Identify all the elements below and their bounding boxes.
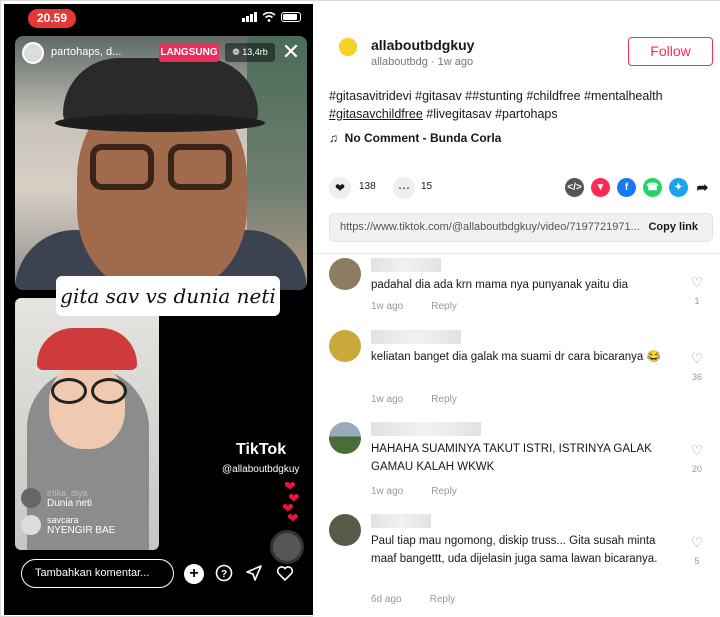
action-row: ❤ 138 ⋯ 15 </> ▼ f ☎ ✦ ➦ [329,177,713,199]
comment-time: 1w ago [371,301,404,312]
comment-meta: 1w ago Reply [371,301,457,312]
avatar[interactable] [329,422,361,454]
post-description: #gitasavitridevi #gitasav ##stunting #ch… [329,87,709,123]
whatsapp-icon[interactable]: ☎ [643,178,662,197]
comment-meta: 6d ago Reply [371,594,455,605]
comment-like-icon[interactable]: ♡ [687,274,707,290]
wifi-icon [262,12,276,22]
avatar[interactable] [329,330,361,362]
comment-like-icon[interactable]: ♡ [687,350,707,366]
live-comment: irtika_diya Dunia neti [21,488,171,509]
heart-icon[interactable] [275,564,295,584]
like-count: 138 [359,181,376,192]
status-time: 20.59 [28,9,76,28]
comment-time: 1w ago [371,486,404,497]
comment-text: HAHAHA SUAMINYA TAKUT ISTRI, ISTRINYA GA… [371,443,652,473]
comment-meta: 1w ago Reply [371,394,457,405]
svg-text:?: ? [221,569,227,580]
copy-link-button[interactable]: Copy link [648,221,698,233]
comment-meta: 1w ago Reply [371,486,457,497]
comment-time: 6d ago [371,594,402,605]
battery-icon [281,12,301,22]
comment-user: savcara [47,515,79,525]
comment-message: NYENGIR BAE [47,525,116,536]
like-heart-icon[interactable]: ❤ [329,177,351,199]
music-title[interactable]: No Comment - Bunda Corla [345,131,502,145]
avatar[interactable] [329,258,361,290]
watermark-username: @allaboutbdgkuy [222,464,300,475]
hashtag-link[interactable]: #gitasavchildfree [329,107,423,121]
comment-bubble-icon[interactable]: ⋯ [393,177,415,199]
floating-hearts: ❤ ❤ ❤ ❤ [282,478,300,526]
reply-button[interactable]: Reply [431,394,457,405]
embed-icon[interactable]: </> [565,178,584,197]
post-panel: allaboutbdgkuy allaboutbdg · 1w ago Foll… [313,1,720,617]
reply-button[interactable]: Reply [431,301,457,312]
author-name[interactable]: allaboutbdgkuy [371,37,474,53]
tiktok-live-phone: 20.59 partohaps, d... LANGSUNG ❁ 13,4rb … [4,4,313,615]
viewer-count[interactable]: ❁ 13,4rb [225,43,275,62]
comment-like-count: 1 [694,296,700,306]
comment-count: 15 [421,181,433,192]
comment-username-redacted[interactable] [371,258,441,272]
close-icon[interactable]: ✕ [280,41,302,63]
follow-button[interactable]: Follow [628,37,713,66]
comment-message: Dunia neti [47,498,93,509]
plus-icon[interactable]: + [184,564,204,584]
divider [313,253,720,254]
twitter-icon[interactable]: ✦ [669,178,688,197]
hashtags-line-1[interactable]: #gitasavitridevi #gitasav ##stunting #ch… [329,87,709,105]
music-info[interactable]: ♫ No Comment - Bunda Corla [329,131,501,145]
avatar [21,488,41,508]
reply-button[interactable]: Reply [431,486,457,497]
question-icon[interactable]: ? [214,564,234,584]
video-link[interactable]: https://www.tiktok.com/@allaboutbdgkuy/v… [340,221,640,233]
host-video [15,36,307,290]
comment-like-count: 36 [691,372,702,382]
comment-like-icon[interactable]: ♡ [687,442,707,458]
comment-like-count: 5 [694,556,700,566]
live-badge: LANGSUNG [159,43,219,62]
avatar[interactable] [329,514,361,546]
hashtags-line-2[interactable]: #livegitasav #partohaps [423,107,557,121]
host-avatar[interactable] [22,42,44,64]
comment-username-redacted[interactable] [371,422,481,436]
comment-like-icon[interactable]: ♡ [687,534,707,550]
comment-text: keliatan banget dia galak ma suami dr ca… [371,351,661,363]
avatar [21,515,41,535]
link-box: https://www.tiktok.com/@allaboutbdgkuy/v… [329,213,713,242]
gift-button[interactable] [270,530,304,564]
author-meta: allaboutbdg · 1w ago [371,56,474,68]
comment-text: Paul tiap mau ngomong, diskip truss... G… [371,535,658,565]
video-caption: gita sav vs dunia neti [56,276,280,316]
music-note-icon: ♫ [329,131,338,145]
comment-input[interactable]: Tambahkan komentar... [21,559,174,588]
comment-like-count: 20 [691,464,702,474]
reply-button[interactable]: Reply [430,594,456,605]
live-comment-feed: irtika_diya Dunia neti savcara NYENGIR BAE [21,488,171,542]
comment-time: 1w ago [371,394,404,405]
host-username[interactable]: partohaps, d... [51,46,121,58]
author-avatar[interactable] [333,35,363,65]
comment-username-redacted[interactable] [371,514,431,528]
share-icon[interactable]: ➦ [693,178,712,197]
tiktok-watermark: TikTok [236,441,287,458]
signal-icon [242,12,257,22]
comment-user: irtika_diya [47,488,88,498]
live-comment: savcara NYENGIR BAE [21,515,171,536]
share-arrow-icon[interactable] [244,564,264,584]
live-header: partohaps, d... LANGSUNG ❁ 13,4rb ✕ [15,41,307,65]
comment-username-redacted[interactable] [371,330,461,344]
status-bar: 20.59 [4,4,313,30]
send-icon[interactable]: ▼ [591,178,610,197]
facebook-icon[interactable]: f [617,178,636,197]
comment-text: padahal dia ada krn mama nya punyanak ya… [371,279,629,291]
screenshot-root: 20.59 partohaps, d... LANGSUNG ❁ 13,4rb … [0,0,720,617]
